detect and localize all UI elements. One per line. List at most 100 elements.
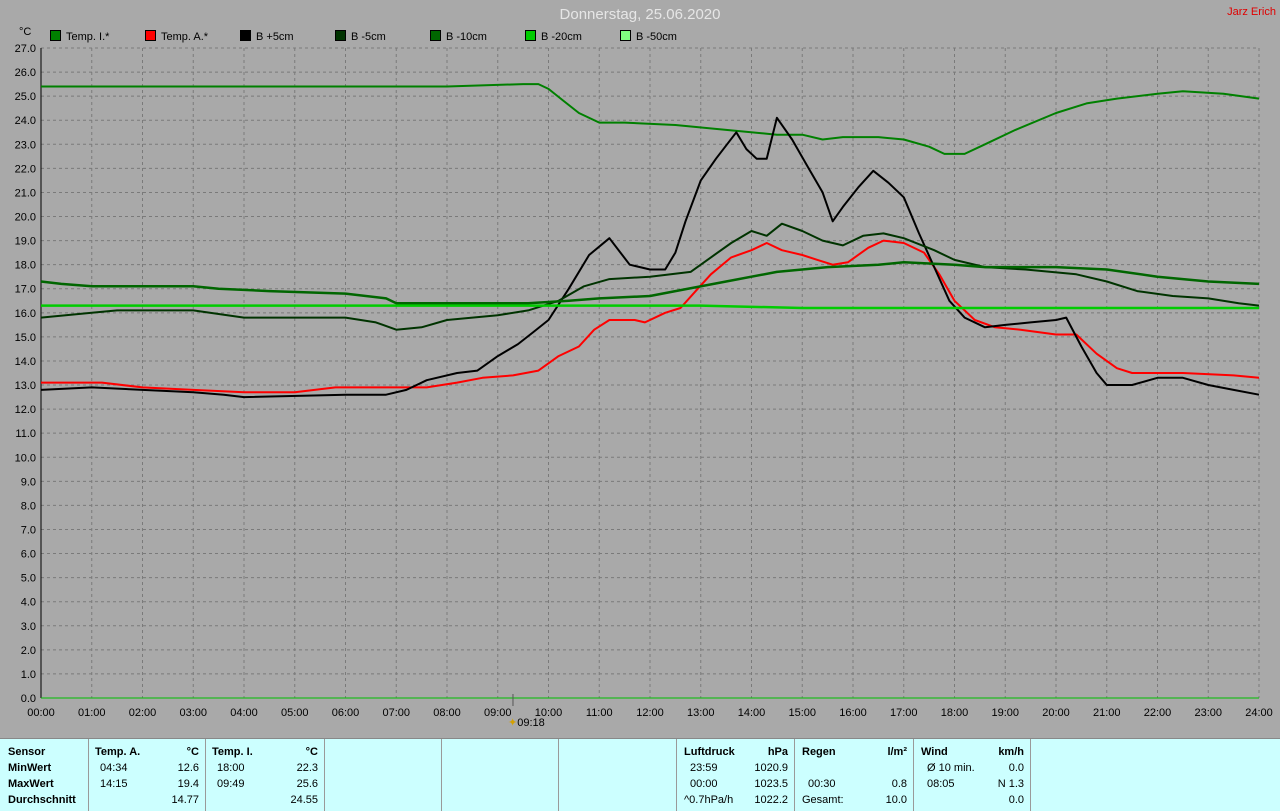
stats-temp-a-max-val: 19.4 xyxy=(177,778,199,790)
stats-temp-a-min-val: 12.6 xyxy=(177,762,199,774)
x-tick-label: 08:00 xyxy=(433,707,461,719)
stats-col-temp-i: Temp. I. °C 18:00 22.3 09:49 25.6 24.55 xyxy=(205,739,325,811)
x-tick-label: 07:00 xyxy=(382,707,410,719)
stats-wind-r1-label: Ø 10 min. xyxy=(927,762,975,774)
stats-temp-i-min-val: 22.3 xyxy=(296,762,318,774)
stats-rain-r2-label: 00:30 xyxy=(808,778,836,790)
y-tick-label: 16.0 xyxy=(15,308,36,320)
x-tick-label: 05:00 xyxy=(281,707,309,719)
stats-unit-pressure: hPa xyxy=(767,746,788,758)
y-tick-label: 18.0 xyxy=(15,260,36,272)
legend-label: B -20cm xyxy=(541,31,582,43)
y-tick-label: 2.0 xyxy=(21,645,36,657)
stats-wind-r3-val: 0.0 xyxy=(1008,794,1024,806)
y-tick-label: 20.0 xyxy=(15,212,36,224)
y-tick-label: 24.0 xyxy=(15,115,36,127)
stats-col-sensor: Sensor MinWert MaxWert Durchschnitt xyxy=(0,739,89,811)
legend-label: B +5cm xyxy=(256,31,294,43)
stats-header-temp-a: Temp. A. xyxy=(95,746,141,758)
stats-pressure-r2-label: 00:00 xyxy=(690,778,718,790)
stats-wind-r2-val: N 1.3 xyxy=(997,778,1024,790)
y-tick-label: 13.0 xyxy=(15,380,36,392)
legend-item-temp-i[interactable]: Temp. I.* xyxy=(50,30,109,43)
legend-swatch-icon xyxy=(430,30,441,41)
legend-swatch-icon xyxy=(620,30,631,41)
stats-col-empty-1 xyxy=(324,739,442,811)
stats-wind-r1-val: 0.0 xyxy=(1008,762,1024,774)
y-tick-label: 26.0 xyxy=(15,67,36,79)
y-tick-label: 25.0 xyxy=(15,91,36,103)
y-tick-label: 1.0 xyxy=(21,669,36,681)
x-tick-label: 03:00 xyxy=(179,707,207,719)
y-tick-label: 21.0 xyxy=(15,187,36,199)
x-tick-label: 18:00 xyxy=(941,707,969,719)
x-tick-label: 22:00 xyxy=(1144,707,1172,719)
y-tick-label: 6.0 xyxy=(21,549,36,561)
legend-label: B -10cm xyxy=(446,31,487,43)
legend-item-b-5[interactable]: B -5cm xyxy=(335,30,386,43)
time-marker-label: 09:18 xyxy=(517,717,545,729)
legend-item-b5[interactable]: B +5cm xyxy=(240,30,294,43)
stats-pressure-r1-val: 1020.9 xyxy=(754,762,788,774)
x-tick-label: 00:00 xyxy=(27,707,55,719)
stats-unit-temp-i: °C xyxy=(305,746,318,758)
legend-item-b-50[interactable]: B -50cm xyxy=(620,30,677,43)
x-tick-label: 11:00 xyxy=(586,707,613,719)
x-tick-label: 12:00 xyxy=(636,707,664,719)
stats-pressure-r3-label: ^0.7hPa/h xyxy=(684,794,734,806)
y-tick-label: 5.0 xyxy=(21,573,36,585)
y-tick-label: 15.0 xyxy=(15,332,36,344)
stats-col-rain: Regen l/m² 00:30 0.8 Gesamt: 10.0 xyxy=(794,739,914,811)
y-tick-label: 14.0 xyxy=(15,356,36,368)
legend-swatch-icon xyxy=(50,30,61,41)
sun-icon: ✦ xyxy=(508,717,518,729)
legend-label: B -5cm xyxy=(351,31,386,43)
x-tick-label: 15:00 xyxy=(788,707,816,719)
x-tick-label: 13:00 xyxy=(687,707,715,719)
x-tick-label: 19:00 xyxy=(991,707,1019,719)
legend-item-temp-a[interactable]: Temp. A.* xyxy=(145,30,208,43)
series-line-2 xyxy=(41,239,1260,394)
x-tick-label: 20:00 xyxy=(1042,707,1070,719)
stats-pressure-r2-val: 1023.5 xyxy=(754,778,788,790)
legend-label: Temp. A.* xyxy=(161,31,209,43)
time-marker: ✦09:18 xyxy=(508,716,545,729)
stats-temp-a-avg: 14.77 xyxy=(171,794,199,806)
stats-temp-i-max-val: 25.6 xyxy=(296,778,318,790)
x-tick-label: 02:00 xyxy=(129,707,157,719)
y-tick-label: 8.0 xyxy=(21,500,36,512)
y-tick-label: 12.0 xyxy=(15,404,36,416)
stats-label-min: MinWert xyxy=(8,762,52,774)
legend-item-b-20[interactable]: B -20cm xyxy=(525,30,582,43)
x-tick-label: 01:00 xyxy=(78,707,106,719)
stats-col-wind: Wind km/h Ø 10 min. 0.0 08:05 N 1.3 0.0 xyxy=(913,739,1031,811)
stats-panel: Sensor MinWert MaxWert Durchschnitt Temp… xyxy=(0,738,1280,811)
legend-item-b-10[interactable]: B -10cm xyxy=(430,30,487,43)
legend-label: Temp. I.* xyxy=(66,31,110,43)
legend: Temp. I.* Temp. A.* B +5cm B -5cm B -10c… xyxy=(0,30,1280,46)
stats-rain-r2-val: 0.8 xyxy=(891,778,907,790)
x-tick-label: 04:00 xyxy=(230,707,258,719)
stats-header-wind: Wind xyxy=(921,746,948,758)
stats-header-rain: Regen xyxy=(802,746,836,758)
legend-swatch-icon xyxy=(335,30,346,41)
y-tick-label: 3.0 xyxy=(21,621,36,633)
stats-rain-r3-label: Gesamt: xyxy=(802,794,844,806)
legend-swatch-icon xyxy=(525,30,536,41)
stats-unit-temp-a: °C xyxy=(186,746,199,758)
stats-col-temp-a: Temp. A. °C 04:34 12.6 14:15 19.4 14.77 xyxy=(88,739,206,811)
stats-header-temp-i: Temp. I. xyxy=(212,746,253,758)
legend-swatch-icon xyxy=(240,30,251,41)
series-line-1 xyxy=(41,83,1260,155)
y-tick-label: 10.0 xyxy=(15,452,36,464)
stats-label-max: MaxWert xyxy=(8,778,54,790)
y-tick-label: 9.0 xyxy=(21,476,36,488)
y-tick-label: 4.0 xyxy=(21,597,36,609)
stats-col-empty-3 xyxy=(558,739,677,811)
stats-temp-i-min-time: 18:00 xyxy=(217,762,245,774)
x-tick-label: 21:00 xyxy=(1093,707,1121,719)
stats-pressure-r1-label: 23:59 xyxy=(690,762,718,774)
author-label: Jarz Erich xyxy=(1227,6,1276,18)
x-tick-label: 16:00 xyxy=(839,707,867,719)
stats-header-pressure: Luftdruck xyxy=(684,746,735,758)
